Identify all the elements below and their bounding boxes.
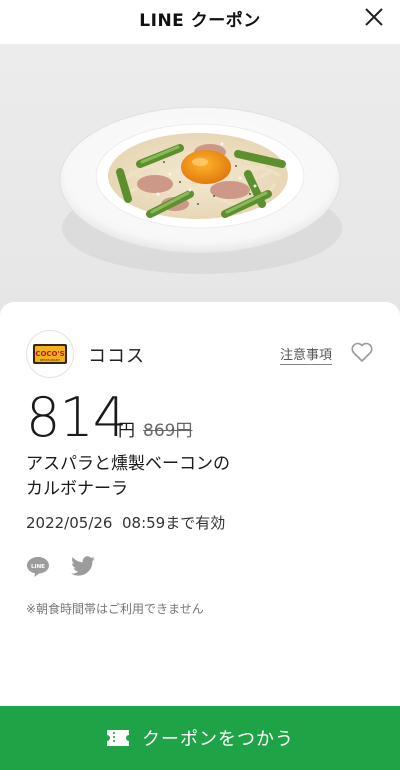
use-coupon-button[interactable]: クーポンをつかう — [0, 706, 400, 770]
share-row: LINE — [26, 554, 146, 580]
store-name: ココス — [88, 346, 145, 367]
svg-text:RESTAURANT: RESTAURANT — [40, 358, 60, 362]
page-title: LINE クーポン — [139, 11, 261, 31]
store-row: COCO'S RESTAURANT ココス 注意事項 — [0, 330, 400, 380]
coupon-item-title: アスパラと燻製ベーコンの カルボナーラ — [26, 452, 356, 502]
favorite-button[interactable] — [350, 341, 374, 363]
item-title-line-2: カルボナーラ — [26, 479, 128, 499]
close-icon — [365, 8, 383, 26]
close-button[interactable] — [364, 7, 384, 27]
header: LINE クーポン — [0, 0, 400, 34]
valid-until: 2022/05/26 08:59まで有効 — [26, 514, 226, 532]
share-twitter-button[interactable] — [70, 556, 96, 578]
use-coupon-label: クーポンをつかう — [142, 729, 294, 750]
ticket-icon — [107, 730, 129, 746]
currency-label: 円 — [118, 421, 135, 441]
price-row: 814 円 869円 — [26, 388, 376, 448]
coupon-price: 814 — [26, 386, 127, 449]
pasta-dish-illustration — [59, 106, 342, 274]
twitter-icon — [71, 556, 95, 576]
store-logo: COCO'S RESTAURANT — [26, 330, 74, 378]
usage-note: ※朝食時間帯はご利用できません — [26, 602, 204, 616]
svg-text:LINE: LINE — [31, 564, 45, 570]
original-price: 869円 — [143, 421, 193, 441]
cocos-logo: COCO'S RESTAURANT — [33, 344, 67, 364]
item-title-line-1: アスパラと燻製ベーコンの — [26, 454, 230, 474]
heart-icon — [351, 342, 373, 362]
line-icon: LINE — [27, 557, 49, 577]
coupon-sheet: COCO'S RESTAURANT ココス 注意事項 814 円 869円 アス… — [0, 302, 400, 706]
share-line-button[interactable]: LINE — [26, 556, 50, 578]
svg-text:COCO'S: COCO'S — [35, 350, 64, 358]
hero-image — [0, 44, 400, 316]
notice-link[interactable]: 注意事項 — [280, 344, 333, 365]
